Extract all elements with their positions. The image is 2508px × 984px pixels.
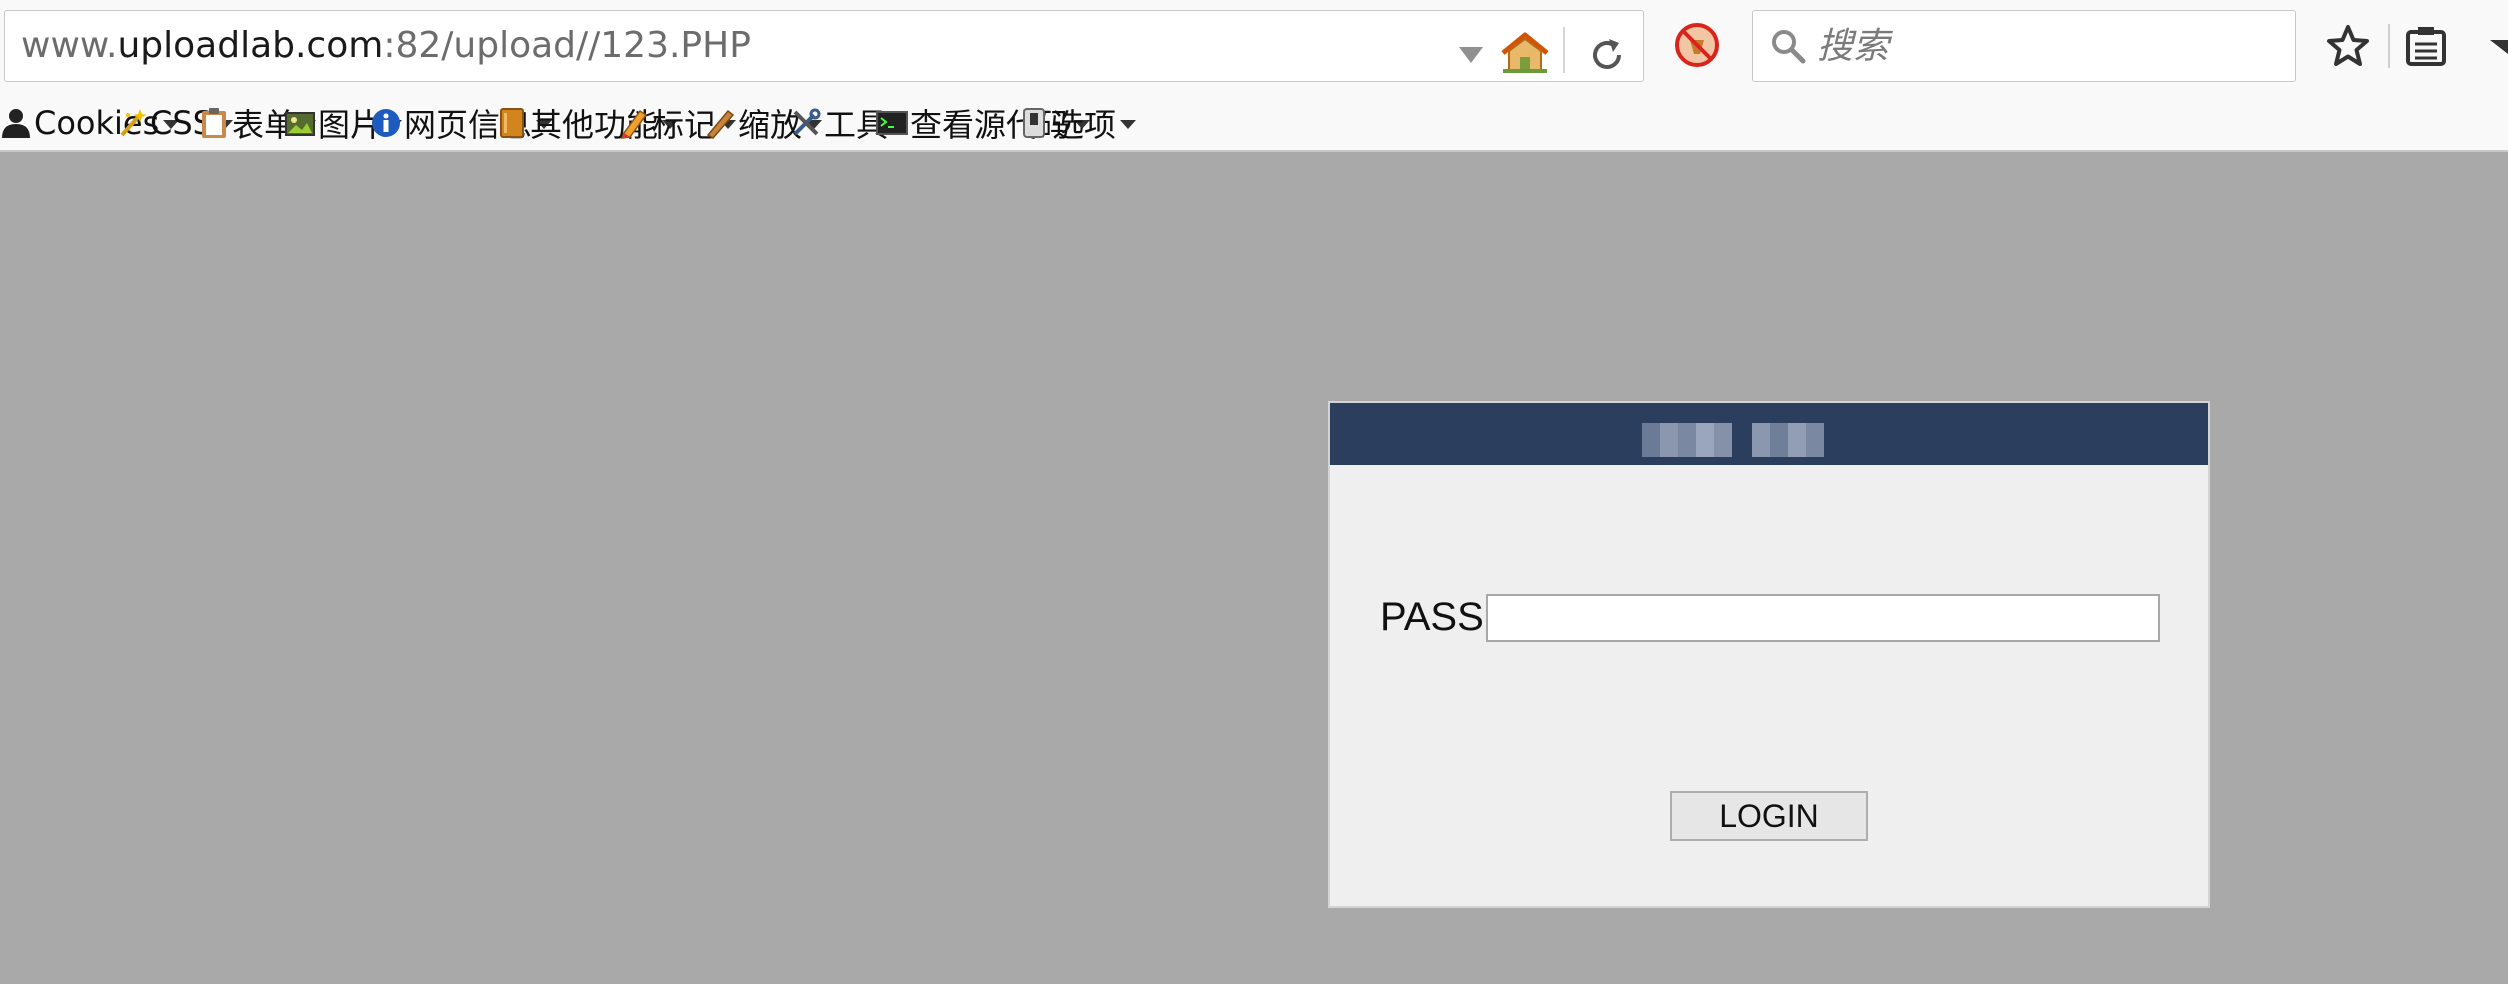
pixelated-title xyxy=(1642,423,1824,457)
address-url[interactable]: www.uploadlab.com:82/upload//123.PHP xyxy=(21,11,751,81)
address-bar[interactable]: www.uploadlab.com:82/upload//123.PHP xyxy=(4,10,1644,82)
image-icon xyxy=(285,112,315,136)
login-panel-header xyxy=(1330,403,2208,465)
browser-nav-bar: www.uploadlab.com:82/upload//123.PHP xyxy=(0,0,2508,96)
wrench-icon xyxy=(793,108,821,136)
search-box[interactable] xyxy=(1752,10,2296,82)
password-input[interactable] xyxy=(1486,594,2160,642)
reading-list-icon[interactable] xyxy=(2404,24,2448,68)
web-developer-toolbar: Cookies CSS 表单 图片 网页信息 其他功能 标记 缩放 工具 查看源… xyxy=(0,96,2508,152)
search-icon xyxy=(1769,27,1807,65)
url-history-dropdown-icon[interactable] xyxy=(1459,47,1483,63)
url-host: uploadlab.com xyxy=(117,25,384,66)
css-wand-icon xyxy=(120,109,147,137)
chevron-down-icon xyxy=(1120,119,1137,129)
book-icon xyxy=(500,108,524,138)
pass-label: PASS: xyxy=(1380,595,1495,639)
address-bar-divider xyxy=(1563,27,1565,73)
login-button[interactable]: LOGIN xyxy=(1670,791,1868,841)
terminal-icon xyxy=(876,111,908,135)
home-icon[interactable] xyxy=(1499,31,1551,73)
reload-icon[interactable] xyxy=(1585,33,1629,77)
info-icon xyxy=(372,109,400,137)
pencil-icon xyxy=(620,109,648,139)
switch-icon xyxy=(1023,108,1045,138)
menu-options[interactable]: 选项 xyxy=(1018,96,1137,150)
login-panel: PASS: LOGIN xyxy=(1328,401,2210,908)
ruler-icon xyxy=(706,109,735,139)
url-prefix: www. xyxy=(21,25,118,66)
menu-options-label: 选项 xyxy=(1052,106,1117,144)
download-arrow-icon[interactable] xyxy=(2488,30,2508,60)
toolbar-divider xyxy=(2388,24,2390,68)
bookmark-star-icon[interactable] xyxy=(2324,22,2372,70)
clipboard-icon xyxy=(202,108,226,138)
search-input[interactable] xyxy=(1817,19,2277,73)
noscript-blocked-icon[interactable] xyxy=(1672,20,1722,70)
url-suffix: :82/upload//123.PHP xyxy=(383,25,751,66)
cookie-person-icon xyxy=(2,109,30,138)
